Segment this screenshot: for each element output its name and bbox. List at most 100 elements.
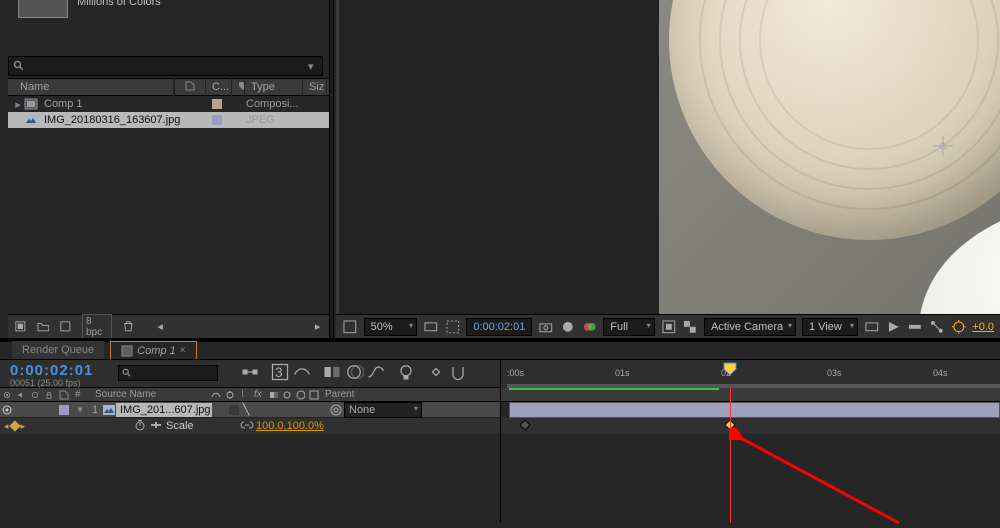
col-lock-icon[interactable]: [42, 389, 56, 401]
timeline-icon[interactable]: [907, 319, 923, 335]
keyframe-icon[interactable]: [519, 419, 530, 430]
project-item-comp[interactable]: ▸ Comp 1 Composi...: [8, 96, 329, 112]
bit-depth-indicator[interactable]: 8 bpc: [82, 314, 112, 340]
frame-blend-icon[interactable]: [322, 362, 342, 382]
layer-name[interactable]: IMG_201...607.jpg: [116, 403, 212, 417]
project-search-input[interactable]: [29, 60, 308, 72]
col-size[interactable]: Siz: [303, 78, 327, 96]
snap-icon[interactable]: [448, 362, 468, 382]
composition-viewer[interactable]: [336, 0, 1000, 315]
layer-label-swatch[interactable]: [59, 405, 69, 415]
reset-exposure-icon[interactable]: [951, 319, 967, 335]
tab-label: Render Queue: [22, 344, 94, 356]
draft-3d-icon[interactable]: 3: [270, 362, 290, 382]
keyframe-navigator[interactable]: ◂ ▸: [0, 418, 56, 434]
next-keyframe-icon[interactable]: ▸: [21, 421, 26, 432]
scroll-left-icon[interactable]: ◂: [155, 320, 166, 333]
col-video-icon[interactable]: [0, 389, 14, 401]
search-dropdown-icon[interactable]: ▾: [308, 60, 318, 73]
time-ruler[interactable]: :00s 01s 02 03s 04s: [500, 360, 1000, 388]
project-file-list[interactable]: ▸ Comp 1 Composi... IMG_20180316_163607.…: [8, 96, 329, 314]
pixel-aspect-icon[interactable]: [864, 319, 880, 335]
col-label-icon[interactable]: [174, 78, 206, 97]
shy-icon[interactable]: [229, 405, 239, 415]
expression-toggle-icon[interactable]: [150, 419, 166, 434]
property-name[interactable]: Scale: [166, 420, 220, 432]
project-item-jpeg[interactable]: IMG_20180316_163607.jpg JPEG: [8, 112, 329, 128]
alpha-toggle-icon[interactable]: [342, 319, 358, 335]
color-mgmt-icon[interactable]: [582, 319, 598, 335]
resolution-dropdown[interactable]: Full: [603, 318, 654, 336]
cti-head-icon[interactable]: [723, 362, 737, 376]
fx-icon[interactable]: fx: [251, 389, 265, 400]
mask-toggle-icon[interactable]: [445, 319, 461, 335]
col-comment[interactable]: C...: [206, 78, 232, 96]
col-label-icon[interactable]: [56, 390, 72, 400]
col-name[interactable]: Name: [14, 78, 174, 96]
viewer-canvas[interactable]: [339, 0, 1000, 315]
shy-icon[interactable]: [211, 390, 221, 400]
timeline-track-area[interactable]: [500, 388, 1000, 523]
motion-blur-icon[interactable]: [282, 390, 292, 400]
frame-blend-icon[interactable]: [269, 390, 279, 400]
interpret-footage-icon[interactable]: [14, 320, 27, 334]
panel-divider[interactable]: [329, 0, 334, 338]
quality-icon[interactable]: \: [238, 389, 247, 400]
col-source-name[interactable]: Source Name: [92, 389, 208, 400]
tab-render-queue[interactable]: Render Queue: [12, 341, 104, 359]
parent-dropdown[interactable]: None: [344, 402, 422, 418]
add-keyframe-icon[interactable]: [9, 420, 20, 431]
comp-flowchart-icon[interactable]: [929, 319, 945, 335]
property-row[interactable]: ◂ ▸ Scale 100.0,100.0%: [0, 418, 500, 434]
timeline-timecode[interactable]: 0:00:02:01: [10, 362, 93, 379]
close-icon[interactable]: ×: [180, 345, 186, 356]
motion-blur-icon[interactable]: [344, 362, 364, 382]
label-color-swatch[interactable]: [212, 99, 222, 109]
project-search[interactable]: ▾: [8, 56, 323, 76]
adjustment-icon[interactable]: [296, 390, 306, 400]
fast-preview-icon[interactable]: [886, 319, 902, 335]
shy-toggle-icon[interactable]: [292, 362, 312, 382]
tab-comp[interactable]: Comp 1 ×: [110, 341, 196, 359]
pickwhip-icon[interactable]: [328, 403, 344, 417]
col-solo-icon[interactable]: [28, 389, 42, 401]
layer-bar[interactable]: [509, 402, 1000, 418]
brainstorm-icon[interactable]: [396, 362, 416, 382]
col-index[interactable]: #: [72, 389, 92, 400]
zoom-dropdown[interactable]: 50%: [364, 318, 417, 336]
col-type[interactable]: Type: [245, 78, 303, 96]
exposure-value[interactable]: +0.0: [972, 321, 994, 333]
snapshot-icon[interactable]: [538, 319, 554, 335]
label-color-swatch[interactable]: [212, 115, 222, 125]
twirl-icon[interactable]: ▸: [12, 98, 24, 111]
new-folder-icon[interactable]: [37, 320, 50, 334]
constrain-proportions-icon[interactable]: [240, 420, 256, 433]
roi-icon[interactable]: [661, 319, 677, 335]
auto-keyframe-icon[interactable]: [426, 362, 446, 382]
layer-row[interactable]: ▾ 1 IMG_201...607.jpg ╲ None: [0, 402, 500, 418]
new-comp-icon[interactable]: [59, 320, 72, 334]
grid-toggle-icon[interactable]: [423, 319, 439, 335]
col-tag-icon[interactable]: [232, 78, 245, 97]
layer-twirl-icon[interactable]: ▾: [72, 403, 88, 416]
views-dropdown[interactable]: 1 View: [802, 318, 858, 336]
trash-icon[interactable]: [122, 320, 135, 334]
camera-dropdown[interactable]: Active Camera: [704, 318, 796, 336]
timeline-search[interactable]: [118, 365, 218, 381]
scroll-right-icon[interactable]: ▸: [312, 320, 323, 333]
quality-icon[interactable]: ╲: [243, 403, 250, 416]
transparency-grid-icon[interactable]: [682, 319, 698, 335]
col-audio-icon[interactable]: [14, 389, 28, 401]
graph-editor-icon[interactable]: [366, 362, 386, 382]
prev-keyframe-icon[interactable]: ◂: [4, 421, 9, 432]
3d-icon[interactable]: [309, 390, 319, 400]
work-area-track[interactable]: [501, 388, 1000, 402]
col-parent[interactable]: Parent: [322, 389, 414, 400]
show-channel-icon[interactable]: [560, 319, 576, 335]
current-time-display[interactable]: 0:00:02:01: [466, 318, 532, 336]
video-toggle-icon[interactable]: [0, 404, 14, 416]
collapse-icon[interactable]: [225, 390, 235, 400]
comp-mini-flowchart-icon[interactable]: [240, 362, 260, 382]
stopwatch-icon[interactable]: [134, 419, 150, 434]
property-value[interactable]: 100.0,100.0%: [256, 420, 324, 432]
